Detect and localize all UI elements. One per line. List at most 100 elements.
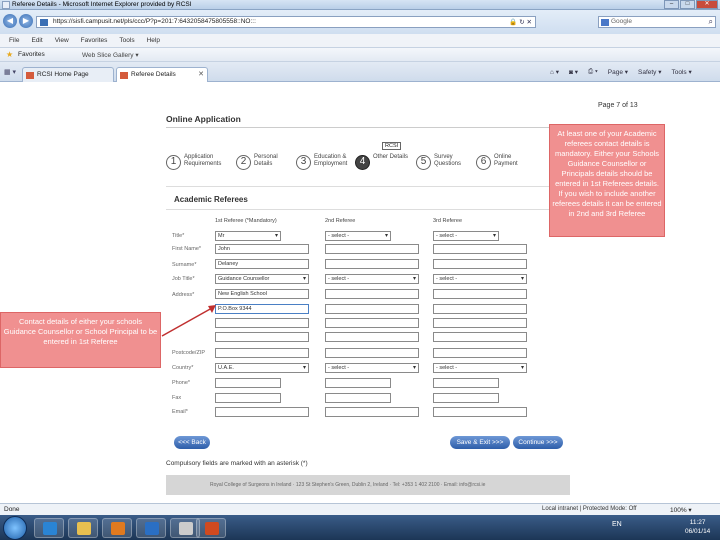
menu-view[interactable]: View xyxy=(55,37,69,44)
forward-arrow-icon[interactable]: ▶ xyxy=(19,14,33,28)
home-icon[interactable]: ⌂ ▾ xyxy=(550,68,559,76)
feeds-icon[interactable]: ◙ ▾ xyxy=(569,68,578,76)
menu-edit[interactable]: Edit xyxy=(31,37,42,44)
address-bar[interactable]: https://sisfi.campusit.net/pls/ccc/P?p=2… xyxy=(36,16,536,28)
menu-help[interactable]: Help xyxy=(147,37,160,44)
window-title: Referee Details - Microsoft Internet Exp… xyxy=(12,1,192,8)
label-postcode: Postcode/ZIP xyxy=(172,350,206,356)
ref3-address-line1[interactable] xyxy=(433,289,527,299)
ref2-address-line3[interactable] xyxy=(325,318,419,328)
callout-left: Contact details of either your schools G… xyxy=(0,312,161,368)
ref1-fax-input[interactable] xyxy=(215,393,281,403)
save-exit-button[interactable]: Save & Exit >>> xyxy=(450,436,510,449)
taskbar-ie-app[interactable] xyxy=(34,518,64,538)
ref2-address-line1[interactable] xyxy=(325,289,419,299)
ref1-country-select[interactable]: U.A.E. xyxy=(215,363,309,373)
web-slice-gallery[interactable]: Web Slice Gallery ▾ xyxy=(82,51,139,59)
ref3-postcode-input[interactable] xyxy=(433,348,527,358)
ref1-job-title-select[interactable]: Guidance Counsellor xyxy=(215,274,309,284)
search-placeholder: Google xyxy=(611,18,632,25)
ref2-email-input[interactable] xyxy=(325,407,419,417)
ref1-address-line2[interactable]: P.O.Box 9344 xyxy=(215,304,309,314)
ref3-country-select[interactable]: - select - xyxy=(433,363,527,373)
print-icon[interactable]: ⎙ ▾ xyxy=(588,68,598,76)
ref3-title-select[interactable]: - select - xyxy=(433,231,499,241)
menu-favorites[interactable]: Favorites xyxy=(81,37,108,44)
step-number: 4 xyxy=(355,155,370,170)
url-text: https://sisfi.campusit.net/pls/ccc/P?p=2… xyxy=(53,18,256,25)
menu-bar: File Edit View Favorites Tools Help xyxy=(0,34,720,48)
ref3-address-line4[interactable] xyxy=(433,332,527,342)
taskbar-media-app[interactable] xyxy=(102,518,132,538)
ie-icon xyxy=(2,1,10,9)
ref2-postcode-input[interactable] xyxy=(325,348,419,358)
col-header-ref3: 3rd Referee xyxy=(433,218,463,224)
ref1-address-line3[interactable] xyxy=(215,318,309,328)
continue-button[interactable]: Continue >>> xyxy=(513,436,563,449)
ref3-job-title-select[interactable]: - select - xyxy=(433,274,527,284)
minimize-button[interactable]: – xyxy=(664,0,679,9)
ref3-email-input[interactable] xyxy=(433,407,527,417)
ref3-surname-input[interactable] xyxy=(433,259,527,269)
ref2-job-title-select[interactable]: - select - xyxy=(325,274,419,284)
favorites-label[interactable]: Favorites xyxy=(18,51,45,58)
ref3-address-line2[interactable] xyxy=(433,304,527,314)
step-label: Personal Details xyxy=(254,154,278,167)
ref1-title-select[interactable]: Mr xyxy=(215,231,281,241)
tools-menu[interactable]: Tools ▾ xyxy=(672,68,692,76)
tab-referee-details[interactable]: Referee Details ✕ xyxy=(116,67,208,82)
ref1-surname-input[interactable]: Delaney xyxy=(215,259,309,269)
favorites-bar: ★ Favorites Web Slice Gallery ▾ xyxy=(0,48,720,62)
taskbar-outlook-app[interactable] xyxy=(136,518,166,538)
ref1-email-input[interactable] xyxy=(215,407,309,417)
ref3-first-name-input[interactable] xyxy=(433,244,527,254)
step-number: 1 xyxy=(166,155,181,170)
back-arrow-icon[interactable]: ◀ xyxy=(3,14,17,28)
ref2-address-line4[interactable] xyxy=(325,332,419,342)
menu-tools[interactable]: Tools xyxy=(119,37,134,44)
ref1-first-name-input[interactable]: John xyxy=(215,244,309,254)
address-controls[interactable]: 🔒 ↻ ✕ xyxy=(509,18,532,26)
status-text: Done xyxy=(4,506,20,513)
ref2-title-select[interactable]: - select - xyxy=(325,231,391,241)
close-button[interactable]: ✕ xyxy=(696,0,718,9)
search-box[interactable]: Google ⌕ xyxy=(598,16,716,28)
language-indicator[interactable]: EN xyxy=(612,521,622,528)
ref2-first-name-input[interactable] xyxy=(325,244,419,254)
address-row: ◀ ▶ https://sisfi.campusit.net/pls/ccc/P… xyxy=(0,10,720,34)
ref3-phone-input[interactable] xyxy=(433,378,499,388)
taskbar-explorer-app[interactable] xyxy=(68,518,98,538)
ref3-fax-input[interactable] xyxy=(433,393,499,403)
tab-grid-icon[interactable]: ▦ ▾ xyxy=(4,68,16,76)
ref2-address-line2[interactable] xyxy=(325,304,419,314)
safety-menu[interactable]: Safety ▾ xyxy=(638,68,662,76)
label-job-title: Job Title* xyxy=(172,276,195,282)
clock[interactable]: 11:27 06/01/14 xyxy=(685,518,710,536)
star-icon[interactable]: ★ xyxy=(6,50,13,59)
ref2-country-select[interactable]: - select - xyxy=(325,363,419,373)
ref2-surname-input[interactable] xyxy=(325,259,419,269)
ref1-postcode-input[interactable] xyxy=(215,348,309,358)
page-title: Online Application xyxy=(166,114,241,124)
tab-rcsi-home[interactable]: RCSI Home Page xyxy=(22,67,114,82)
step-number: 6 xyxy=(476,155,491,170)
maximize-button[interactable]: □ xyxy=(680,0,695,9)
step-label: Other Details xyxy=(373,154,409,160)
clock-date: 06/01/14 xyxy=(685,528,711,535)
back-button[interactable]: <<< Back xyxy=(174,436,210,449)
page-menu[interactable]: Page ▾ xyxy=(608,68,628,76)
zoom-level[interactable]: 100% ▾ xyxy=(670,506,692,514)
ref3-address-line3[interactable] xyxy=(433,318,527,328)
ref2-fax-input[interactable] xyxy=(325,393,391,403)
ref1-address-line1[interactable]: New English School xyxy=(215,289,309,299)
ref2-phone-input[interactable] xyxy=(325,378,391,388)
ref1-phone-input[interactable] xyxy=(215,378,281,388)
rcsi-tag: RCSI xyxy=(382,142,402,150)
footer-text: Royal College of Surgeons in Ireland · 1… xyxy=(210,482,486,488)
search-icon[interactable]: ⌕ xyxy=(709,17,713,27)
close-tab-icon[interactable]: ✕ xyxy=(198,70,204,78)
ref1-address-line4[interactable] xyxy=(215,332,309,342)
taskbar-powerpoint-app[interactable] xyxy=(196,518,226,538)
menu-file[interactable]: File xyxy=(9,37,19,44)
start-button[interactable] xyxy=(3,516,27,540)
